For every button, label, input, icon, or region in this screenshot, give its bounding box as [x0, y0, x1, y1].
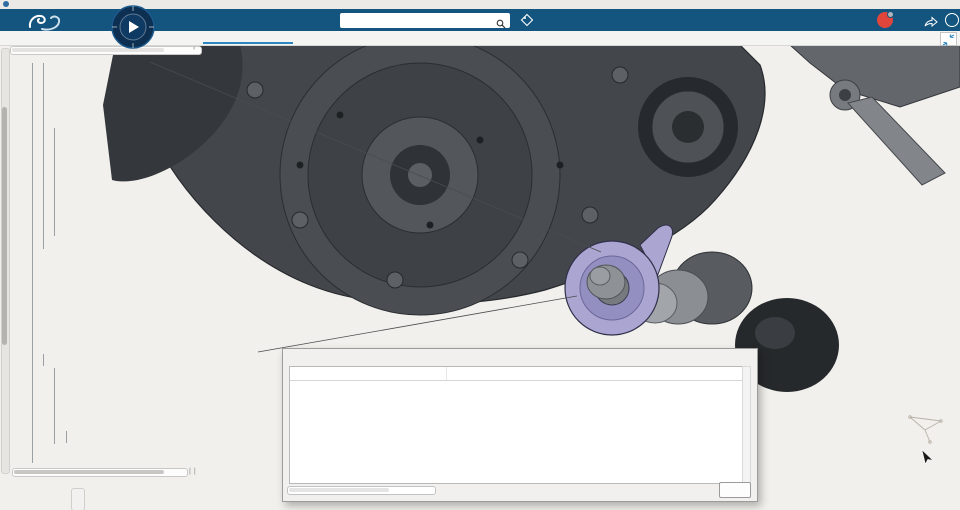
tag-icon[interactable] — [520, 13, 534, 32]
close-button[interactable] — [719, 482, 751, 498]
search-icon[interactable] — [496, 16, 506, 34]
tree-connector-line — [54, 128, 55, 236]
3dexperience-compass-logo[interactable] — [110, 4, 156, 55]
search-box — [340, 13, 510, 28]
scrollbar-thumb[interactable] — [2, 107, 7, 345]
scrollbar-grip[interactable]: ❘❘ — [187, 467, 198, 475]
tree-vertical-scrollbar[interactable] — [1, 48, 10, 474]
tree-connector-line — [32, 63, 33, 463]
tree-top-scrollbar[interactable] — [10, 46, 202, 55]
tree-connector-line — [54, 368, 55, 444]
tree-connector-line — [66, 431, 67, 443]
dialog-horizontal-scrollbar[interactable] — [287, 486, 436, 495]
action-bar — [71, 488, 85, 510]
tree-connector-line — [43, 63, 44, 249]
tree-bottom-scrollbar[interactable] — [12, 468, 188, 477]
scrollbar-thumb[interactable] — [289, 488, 389, 492]
table-header-row — [290, 367, 743, 381]
3ds-logo — [28, 12, 62, 37]
app-globe-icon — [3, 1, 9, 7]
warnings-dialog[interactable] — [282, 348, 758, 502]
warnings-table — [289, 366, 744, 484]
tree-connector-line — [43, 354, 44, 366]
scroll-left-arrow[interactable]: ‹ — [193, 45, 195, 52]
avatar[interactable] — [877, 11, 894, 28]
help-icon[interactable] — [945, 13, 959, 27]
scrollbar-thumb[interactable] — [14, 470, 164, 474]
status-badge — [887, 11, 894, 18]
search-input[interactable] — [340, 13, 494, 28]
column-header-message[interactable] — [447, 367, 743, 380]
column-header-object[interactable] — [290, 367, 447, 380]
application-window: ‹ ❘❘ — [0, 0, 960, 510]
share-icon[interactable] — [924, 14, 938, 32]
tab-active-indicator — [203, 42, 293, 44]
dialog-vertical-scrollbar[interactable] — [742, 366, 751, 484]
collapse-view-icon[interactable] — [940, 32, 957, 46]
